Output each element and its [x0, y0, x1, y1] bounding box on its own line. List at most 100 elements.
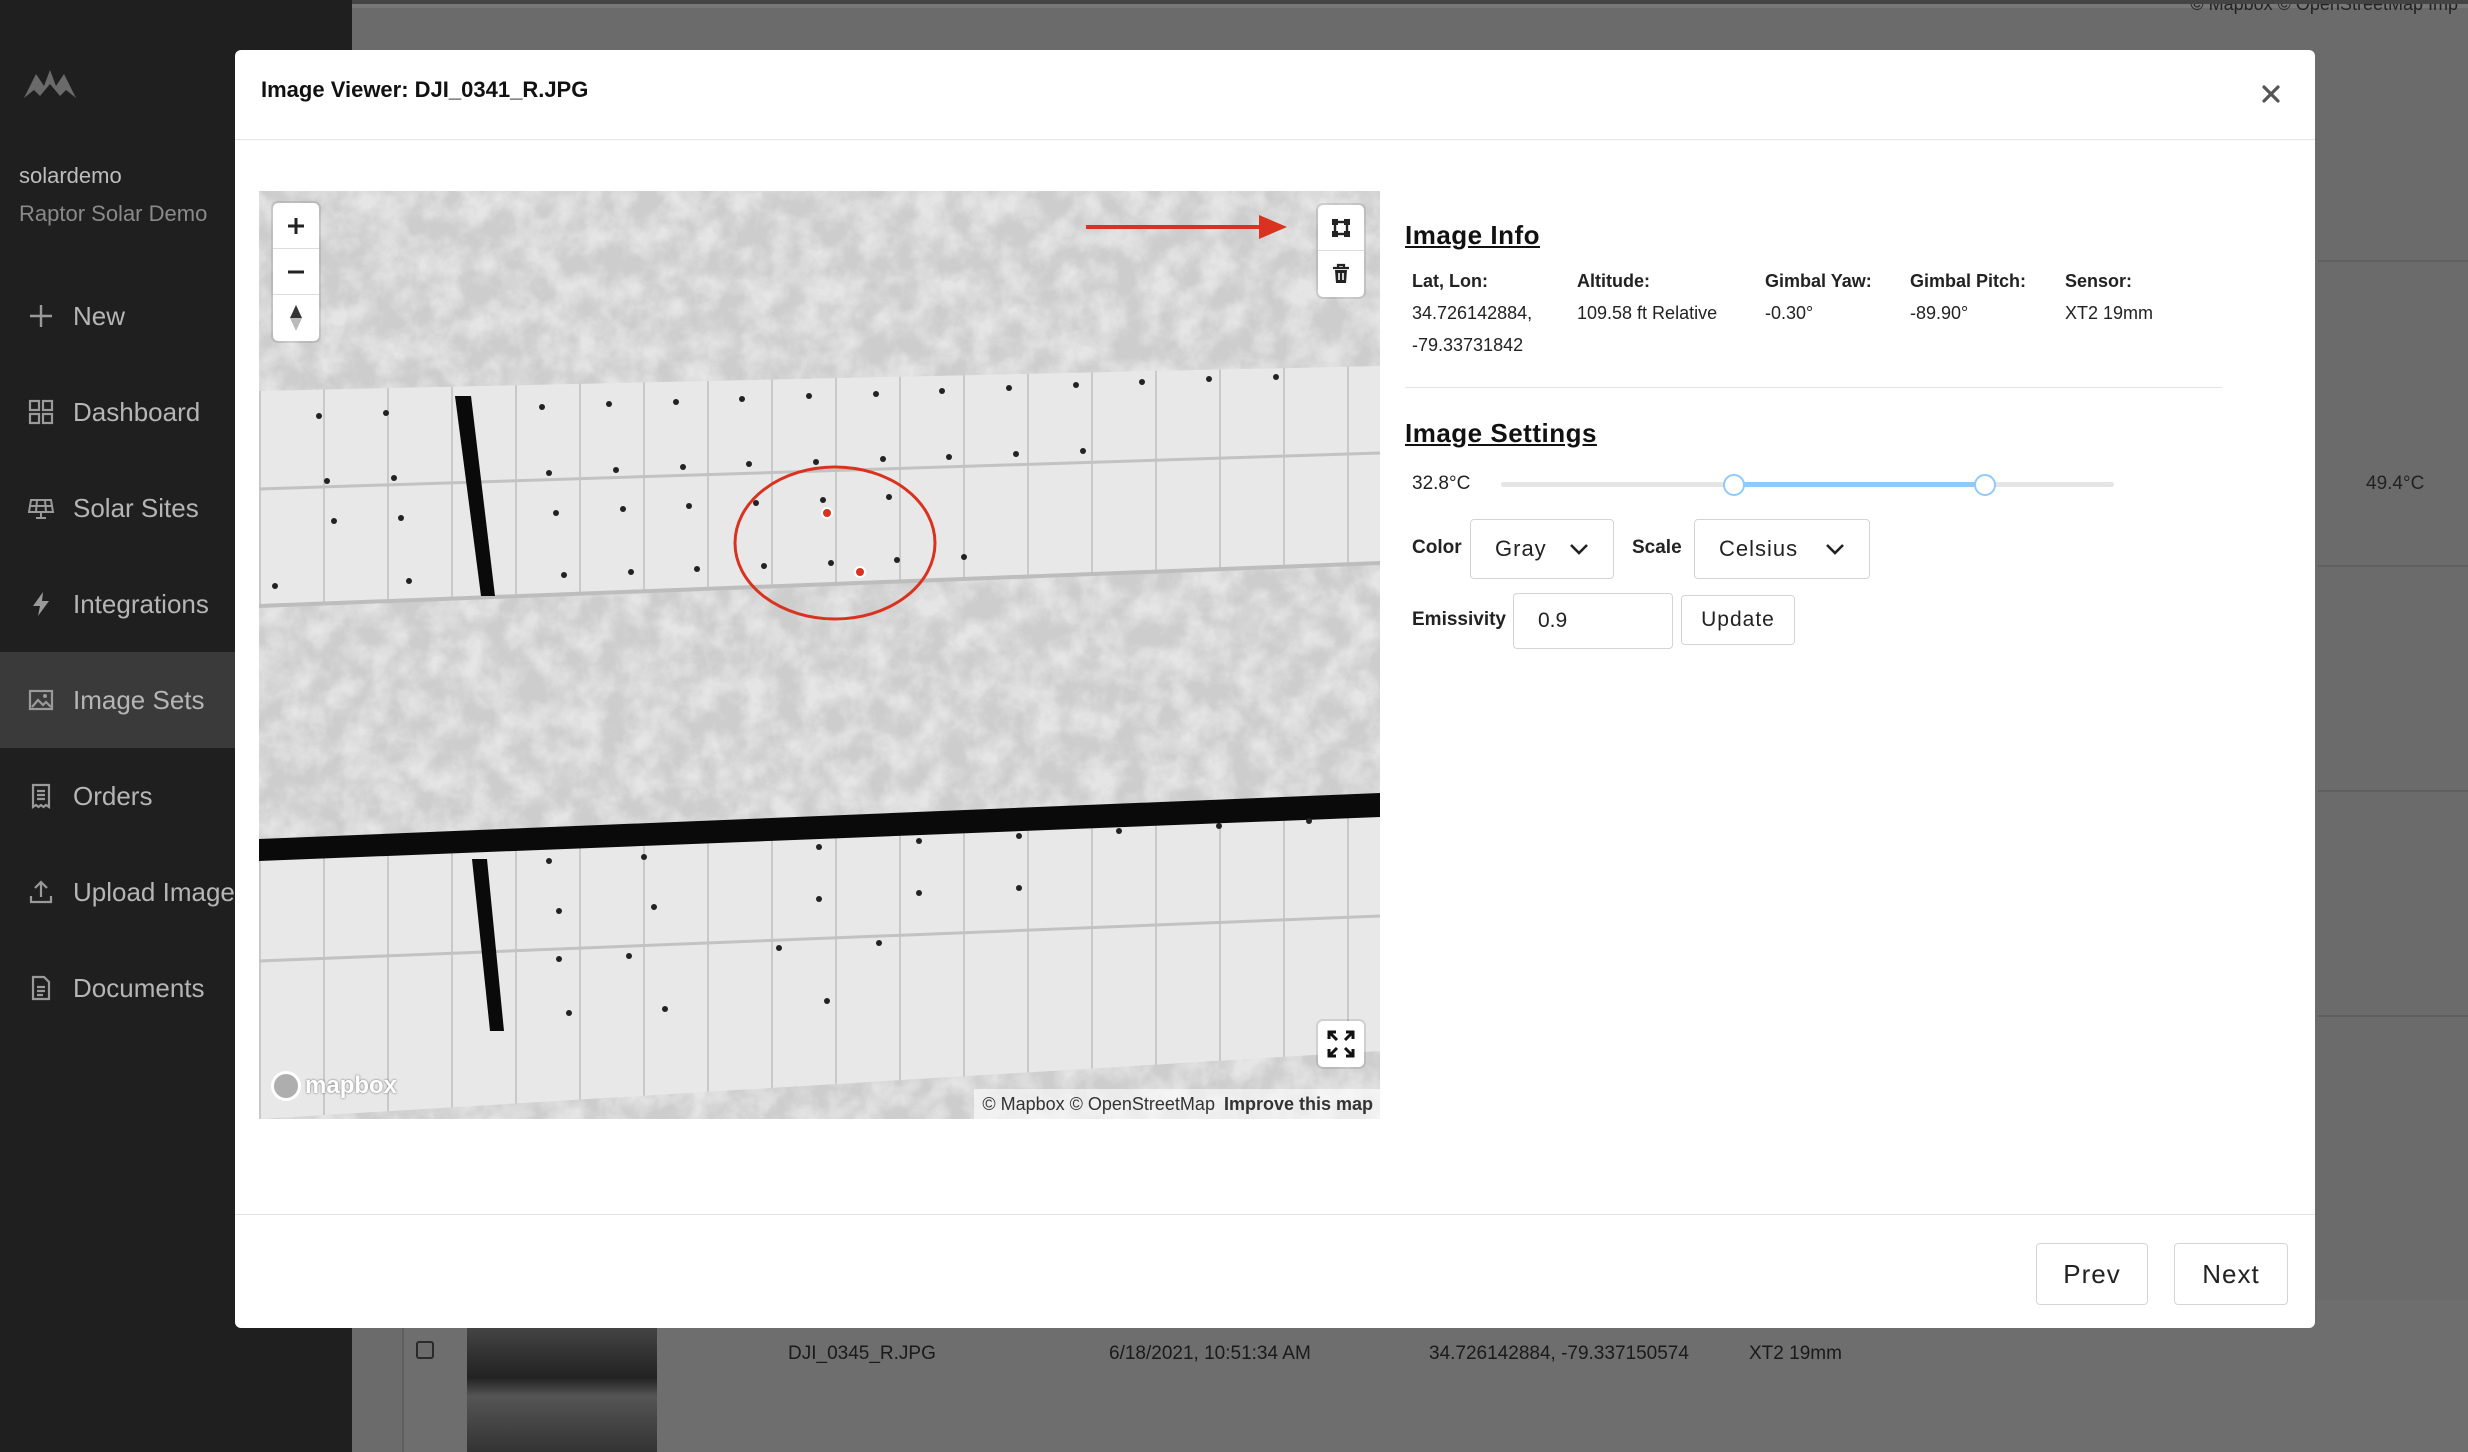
image-settings-heading: Image Settings: [1405, 418, 1597, 448]
sidebar-username: solardemo: [19, 163, 122, 188]
gimbal-pitch-field: Gimbal Pitch: -89.90°: [1910, 265, 2026, 329]
range-min-label: 32.8°C: [1412, 473, 1471, 494]
compass-icon: [290, 305, 302, 331]
gimbal-pitch-label: Gimbal Pitch:: [1910, 271, 2027, 291]
grid-icon: [28, 399, 54, 425]
annotation-point: [821, 507, 833, 519]
sidebar-item-label: Dashboard: [73, 396, 201, 427]
map-nav-controls: [273, 203, 319, 341]
thermal-image-map[interactable]: mapbox © Mapbox © OpenStreetMap Improve …: [259, 191, 1380, 1119]
draw-polygon-button[interactable]: [1318, 205, 1364, 251]
receipt-icon: [31, 783, 51, 810]
sidebar-item-label: Orders: [73, 780, 153, 811]
image-viewer-modal: Image Viewer: DJI_0341_R.JPG mapbox © Ma…: [235, 50, 2424, 1328]
raptor-logo-icon[interactable]: [22, 64, 78, 104]
compass-button[interactable]: [273, 295, 319, 341]
chevron-down-icon: [1570, 544, 1588, 555]
image-details-panel: Image Info Lat, Lon: 34.726142884, -79.3…: [1405, 220, 2424, 649]
image-info-heading: Image Info: [1405, 220, 1541, 250]
range-max-label: 49.4°C: [2366, 473, 2425, 494]
document-icon: [31, 975, 51, 1001]
palette-settings-row: Color Gray Scale Celsius: [1405, 519, 2225, 579]
zoom-in-button[interactable]: [273, 203, 319, 249]
background-divider: [2318, 790, 2468, 792]
slider-fill: [1733, 482, 1986, 487]
plus-icon: [30, 305, 52, 327]
slider-thumb-high[interactable]: [1974, 474, 1997, 496]
emissivity-row: Emissivity Update: [1405, 593, 2225, 649]
upload-icon: [29, 880, 53, 904]
gimbal-yaw-label: Gimbal Yaw:: [1765, 271, 1872, 291]
background-divider: [2318, 260, 2468, 262]
improve-map-link[interactable]: Improve this map: [1224, 1094, 1373, 1115]
row-filename: DJI_0345_R.JPG: [788, 1343, 936, 1364]
mapbox-logo-icon: [271, 1071, 301, 1101]
prev-button[interactable]: Prev: [2036, 1243, 2148, 1305]
gimbal-yaw-value: -0.30°: [1765, 303, 1814, 323]
lon-value: -79.33731842: [1412, 335, 1524, 355]
sensor-field: Sensor: XT2 19mm: [2065, 265, 2153, 329]
altitude-label: Altitude:: [1577, 271, 1650, 291]
fullscreen-icon: [1327, 1030, 1355, 1058]
slider-thumb-low[interactable]: [1722, 474, 1745, 496]
row-checkbox[interactable]: [416, 1341, 434, 1359]
emissivity-label: Emissivity: [1412, 609, 1506, 630]
modal-header: Image Viewer: DJI_0341_R.JPG: [235, 50, 2315, 140]
sidebar-org-name: Raptor Solar Demo: [19, 201, 208, 226]
color-select[interactable]: Gray: [1470, 519, 1614, 579]
scale-select[interactable]: Celsius: [1694, 519, 1870, 579]
close-icon: [2262, 85, 2280, 103]
sidebar-item-label: Image Sets: [73, 684, 205, 715]
sidebar-item-label: New: [73, 300, 126, 331]
sidebar-item-label: Integrations: [73, 588, 209, 619]
modal-title: Image Viewer: DJI_0341_R.JPG: [261, 77, 589, 102]
gimbal-pitch-value: -89.90°: [1910, 303, 1969, 323]
delete-shape-button[interactable]: [1318, 251, 1364, 297]
latlon-field: Lat, Lon: 34.726142884, -79.33731842: [1412, 265, 1532, 361]
thermal-image: [259, 191, 1380, 1119]
mapbox-logo[interactable]: mapbox: [271, 1071, 397, 1101]
color-select-value: Gray: [1495, 536, 1547, 561]
emissivity-input[interactable]: [1513, 593, 1673, 649]
sidebar-item-label: Upload Images: [73, 876, 248, 907]
annotation-point: [854, 566, 866, 578]
map-attribution: © Mapbox © OpenStreetMap Improve this ma…: [974, 1089, 1380, 1119]
draw-controls: [1318, 205, 1364, 297]
plus-icon: [288, 217, 304, 234]
fullscreen-button[interactable]: [1318, 1021, 1364, 1067]
next-button[interactable]: Next: [2174, 1243, 2288, 1305]
zoom-out-button[interactable]: [273, 249, 319, 295]
background-divider: [2318, 565, 2468, 567]
lat-value: 34.726142884,: [1412, 303, 1533, 323]
background-top-border: [352, 0, 2468, 4]
background-divider: [2318, 1015, 2468, 1017]
solar-panel-icon: [27, 499, 55, 519]
altitude-field: Altitude: 109.58 ft Relative: [1577, 265, 1717, 329]
altitude-value: 109.58 ft Relative: [1577, 303, 1718, 323]
sensor-value: XT2 19mm: [2065, 303, 2154, 323]
row-datetime: 6/18/2021, 10:51:34 AM: [1109, 1343, 1311, 1364]
row-latlon: 34.726142884, -79.337150574: [1429, 1343, 1689, 1364]
image-icon: [28, 689, 54, 711]
row-sensor: XT2 19mm: [1749, 1343, 1842, 1364]
sidebar-item-label: Documents: [73, 972, 205, 1003]
bolt-icon: [33, 592, 49, 616]
image-info-grid: Lat, Lon: 34.726142884, -79.33731842 Alt…: [1405, 265, 2225, 375]
polygon-icon: [1332, 218, 1350, 237]
row-thumbnail[interactable]: [467, 1328, 657, 1452]
slider-track[interactable]: [1501, 474, 2114, 496]
scale-label: Scale: [1632, 537, 1682, 558]
map-attribution-text[interactable]: © Mapbox © OpenStreetMap: [982, 1094, 1215, 1115]
modal-footer: Prev Next: [235, 1214, 2315, 1328]
chevron-down-icon: [1826, 544, 1844, 555]
sidebar-item-label: Solar Sites: [73, 492, 199, 523]
update-button[interactable]: Update: [1681, 595, 1795, 645]
color-label: Color: [1412, 537, 1462, 558]
close-button[interactable]: [2253, 76, 2289, 112]
latlon-label: Lat, Lon:: [1412, 271, 1488, 291]
mapbox-logo-text: mapbox: [305, 1072, 398, 1099]
trash-icon: [1333, 263, 1349, 283]
sensor-label: Sensor:: [2065, 271, 2133, 291]
gimbal-yaw-field: Gimbal Yaw: -0.30°: [1765, 265, 1872, 329]
minus-icon: [288, 270, 304, 273]
